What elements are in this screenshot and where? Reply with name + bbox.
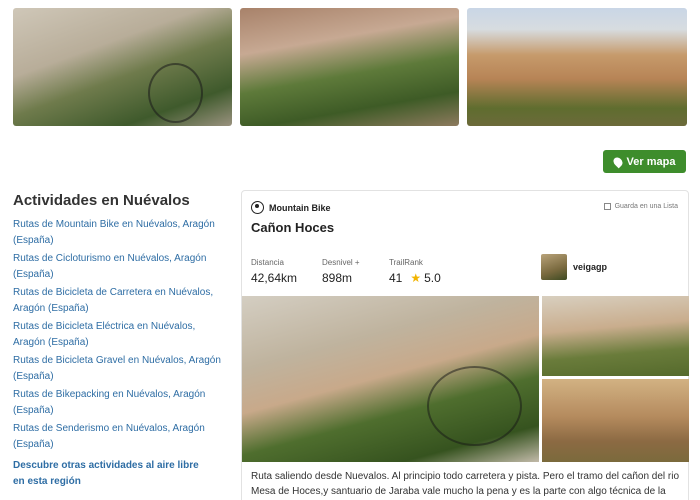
trail-photo-2[interactable]	[542, 296, 689, 376]
gallery-photo-2[interactable]	[240, 8, 459, 126]
trail-description: Ruta saliendo desde Nuevalos. Al princip…	[251, 471, 680, 497]
activity-link-mountain-bike[interactable]: Rutas de Mountain Bike en Nuévalos, Arag…	[13, 217, 223, 249]
star-icon: ★	[410, 271, 422, 285]
map-pin-icon	[611, 155, 624, 168]
activity-type-label: Mountain Bike	[269, 202, 331, 213]
stat-distance-label: Distancia	[251, 258, 284, 267]
trailrank-row: 41 ★ 5.0	[389, 271, 441, 285]
discover-more-link[interactable]: Descubre otras actividades al aire libre…	[13, 458, 213, 490]
activity-link-cicloturismo[interactable]: Rutas de Cicloturismo en Nuévalos, Aragó…	[13, 251, 223, 283]
bike-silhouette	[427, 366, 522, 446]
stat-trailrank-value: 41	[389, 271, 403, 285]
trail-photo-3[interactable]	[542, 379, 689, 462]
stat-distance-value: 42,64km	[251, 271, 298, 285]
checkbox-icon	[603, 203, 611, 210]
activity-link-senderismo[interactable]: Rutas de Senderismo en Nuévalos, Aragón …	[13, 421, 223, 453]
bike-icon	[251, 201, 264, 214]
activity-link-bikepacking[interactable]: Rutas de Bikepacking en Nuévalos, Aragón…	[13, 387, 223, 419]
trail-card[interactable]: Mountain Bike Guarda en una Lista Cañon …	[241, 190, 689, 500]
rating: ★ 5.0	[410, 271, 440, 285]
save-to-list-label: Guarda en una Lista	[614, 203, 678, 210]
gallery-photo-1[interactable]	[13, 8, 232, 126]
activity-links: Rutas de Mountain Bike en Nuévalos, Arag…	[13, 217, 223, 455]
trail-photo-main[interactable]	[242, 296, 539, 462]
trail-title[interactable]: Cañon Hoces	[251, 220, 334, 235]
avatar	[541, 254, 567, 280]
stat-trailrank-label: TrailRank	[389, 258, 423, 267]
stat-elevation-label: Desnivel +	[322, 258, 360, 267]
save-to-list-button[interactable]: Guarda en una Lista	[603, 203, 678, 210]
sidebar-title: Actividades en Nuévalos	[13, 192, 190, 209]
author-link[interactable]: veigagp	[541, 254, 607, 280]
activity-link-gravel[interactable]: Rutas de Bicicleta Gravel en Nuévalos, A…	[13, 353, 223, 385]
bike-silhouette	[148, 63, 203, 123]
activity-link-electrica[interactable]: Rutas de Bicicleta Eléctrica en Nuévalos…	[13, 319, 223, 351]
view-map-label: Ver mapa	[626, 155, 676, 168]
stat-trailrank: TrailRank 41 ★ 5.0	[389, 258, 441, 285]
activity-type: Mountain Bike	[251, 201, 331, 214]
stat-elevation-value: 898m	[322, 271, 353, 285]
stat-distance: Distancia 42,64km	[251, 258, 297, 285]
rating-value: 5.0	[424, 271, 441, 285]
author-name: veigagp	[573, 262, 608, 272]
gallery-photo-3[interactable]	[467, 8, 687, 126]
view-map-button[interactable]: Ver mapa	[603, 150, 686, 173]
stat-elevation: Desnivel + 898m	[322, 258, 360, 285]
activity-link-carretera[interactable]: Rutas de Bicicleta de Carretera en Nuéva…	[13, 285, 223, 317]
